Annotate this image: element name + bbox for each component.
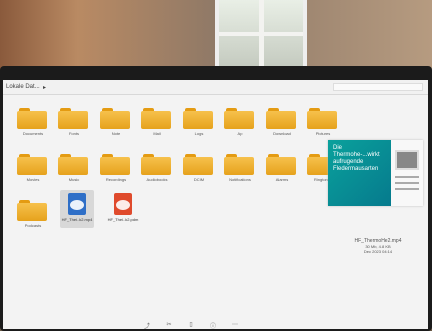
- folder-label: Podcasts: [24, 223, 42, 228]
- file-item[interactable]: HF_Thei..k2.mp4: [60, 190, 94, 228]
- folder-item[interactable]: Recordings: [99, 152, 133, 186]
- trash-icon[interactable]: ▯: [187, 321, 195, 329]
- file-name: HF_Thei..k2.pdm: [107, 217, 139, 222]
- folder-icon: [100, 111, 130, 129]
- folder-label: Notifications: [229, 177, 251, 182]
- photo-scene: Lokale Dat... ▸ Documents Fonts Note Mail Lo…: [0, 0, 432, 331]
- folder-item[interactable]: Logs: [182, 106, 216, 140]
- preview-teal-panel: Die Thermohe-...wirkt aufrugende Flederm…: [328, 140, 391, 206]
- bottom-toolbar: ⤴ ✂ ▯ ⓘ ⋯: [133, 321, 253, 329]
- folder-item[interactable]: Fonts: [57, 106, 91, 140]
- share-icon[interactable]: ⤴: [143, 321, 151, 329]
- folder-label: Movies: [26, 177, 40, 182]
- folder-icon: [183, 111, 213, 129]
- preview-thumbnail: [391, 140, 423, 206]
- folder-icon: [224, 111, 254, 129]
- folder-item[interactable]: DCIM: [182, 152, 216, 186]
- folder-label: DCIM: [193, 177, 205, 182]
- folder-label: Download: [273, 131, 291, 136]
- folder-label: Alarms: [275, 177, 289, 182]
- folder-icon: [266, 157, 296, 175]
- file-badge-icon: [116, 200, 130, 210]
- preview-line: [395, 182, 419, 184]
- room-window: [215, 0, 307, 70]
- folder-label: Recordings: [105, 177, 127, 182]
- folder-icon: [58, 157, 88, 175]
- folder-item[interactable]: Alarms: [265, 152, 299, 186]
- folder-label: Ap: [237, 131, 243, 136]
- folder-icon: [58, 111, 88, 129]
- file-name: HF_Thei..k2.mp4: [61, 217, 93, 222]
- folder-item[interactable]: Ap: [223, 106, 257, 140]
- folder-label: Logs: [194, 131, 204, 136]
- preview-line: [395, 188, 419, 190]
- scissors-icon[interactable]: ✂: [165, 321, 173, 329]
- folder-item[interactable]: Mail: [140, 106, 174, 140]
- folder-item[interactable]: Music: [57, 152, 91, 186]
- location-title[interactable]: Lokale Dat...: [6, 84, 40, 90]
- folder-icon: [224, 157, 254, 175]
- info-icon[interactable]: ⓘ: [209, 321, 217, 329]
- folder-icon: [100, 157, 130, 175]
- top-bar: Lokale Dat... ▸: [3, 80, 428, 95]
- folder-label: Mail: [153, 131, 161, 136]
- folder-item[interactable]: Documents: [16, 106, 50, 140]
- selected-file-date: Dec 2023 04:14: [363, 249, 393, 254]
- folder-icon: [17, 157, 47, 175]
- folder-icon: [141, 111, 171, 129]
- preview-title: Die Thermohe-...wirkt aufrugende Flederm…: [333, 145, 380, 172]
- folder-item[interactable]: Audiobooks: [140, 152, 174, 186]
- file-badge-icon: [70, 200, 84, 210]
- folder-label: Documents: [22, 131, 44, 136]
- preview-image: [395, 150, 419, 170]
- folder-label: Note: [111, 131, 121, 136]
- folder-label: Pictures: [315, 131, 331, 136]
- folder-icon: [17, 203, 47, 221]
- folder-icon: [183, 157, 213, 175]
- search-box[interactable]: [333, 83, 423, 91]
- file-preview: Die Thermohe-...wirkt aufrugende Flederm…: [328, 140, 423, 206]
- folder-item[interactable]: Download: [265, 106, 299, 140]
- file-item[interactable]: HF_Thei..k2.pdm: [106, 190, 140, 228]
- folder-label: Music: [68, 177, 80, 182]
- folder-icon: [266, 111, 296, 129]
- more-icon[interactable]: ⋯: [231, 321, 239, 329]
- folder-icon: [17, 111, 47, 129]
- folder-label: Fonts: [68, 131, 79, 136]
- chevron-right-icon: ▸: [43, 85, 47, 91]
- folder-item[interactable]: Podcasts: [16, 198, 50, 232]
- folder-icon: [141, 157, 171, 175]
- selected-file-info: HF_ThermoHe2.mp4 30 Mb, 4.8 KB Dec 2023 …: [338, 238, 418, 254]
- folder-label: Audiobooks: [146, 177, 168, 182]
- folder-item[interactable]: Pictures: [306, 106, 340, 140]
- preview-line: [395, 176, 419, 178]
- folder-item[interactable]: Note: [99, 106, 133, 140]
- folder-icon: [307, 111, 337, 129]
- file-manager-screen: Lokale Dat... ▸ Documents Fonts Note Mail Lo…: [3, 80, 428, 329]
- folder-item[interactable]: Notifications: [223, 152, 257, 186]
- folder-item[interactable]: Movies: [16, 152, 50, 186]
